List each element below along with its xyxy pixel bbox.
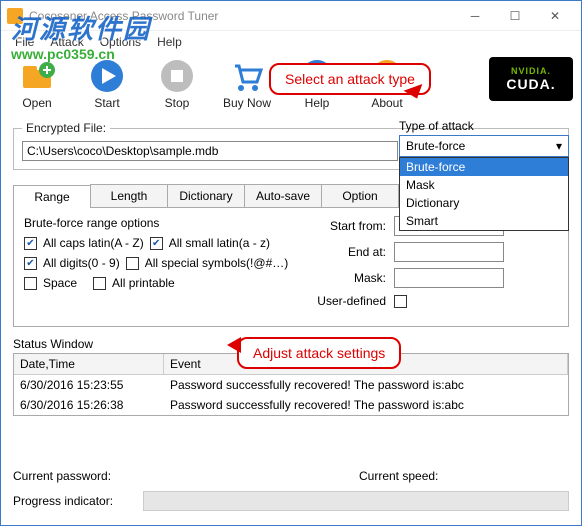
tab-range[interactable]: Range <box>13 185 91 208</box>
mask-input[interactable] <box>394 268 504 288</box>
cuda-name: CUDA. <box>506 76 555 92</box>
col-datetime[interactable]: Date,Time <box>14 354 164 374</box>
startfrom-label: Start from: <box>304 219 394 233</box>
file-label: Encrypted File: <box>22 121 110 135</box>
progress-bar <box>143 491 569 511</box>
mask-label: Mask: <box>304 271 394 285</box>
callout-tail-2 <box>227 337 241 353</box>
checkbox-userdef[interactable] <box>394 295 407 308</box>
titlebar: Cocosenor Access Password Tuner ─ ☐ ✕ <box>1 1 581 31</box>
tab-dictionary[interactable]: Dictionary <box>167 184 245 207</box>
attack-label: Type of attack <box>399 119 569 133</box>
userdef-label: User-defined <box>304 294 394 308</box>
checkbox-digits-label: All digits(0 - 9) <box>43 256 120 270</box>
table-row[interactable]: 6/30/2016 15:23:55 Password successfully… <box>14 375 568 395</box>
endat-input[interactable] <box>394 242 504 262</box>
tab-option[interactable]: Option <box>321 184 399 207</box>
file-path-input[interactable] <box>22 141 398 161</box>
current-password-label: Current password: <box>13 469 143 483</box>
checkbox-digits[interactable]: ✔ <box>24 257 37 270</box>
checkbox-printable-label: All printable <box>112 276 175 290</box>
table-row[interactable]: 6/30/2016 15:26:38 Password successfully… <box>14 395 568 415</box>
menu-attack[interactable]: Attack <box>44 33 89 51</box>
maximize-button[interactable]: ☐ <box>495 1 535 31</box>
tab-length[interactable]: Length <box>90 184 168 207</box>
range-group-label: Brute-force range options <box>24 216 304 230</box>
cuda-brand: NVIDIA. <box>511 66 551 76</box>
start-label: Start <box>94 96 119 110</box>
attack-option-dictionary[interactable]: Dictionary <box>400 194 568 212</box>
cart-icon <box>229 58 265 94</box>
start-icon <box>89 58 125 94</box>
start-button[interactable]: Start <box>81 58 133 110</box>
checkbox-caps[interactable]: ✔ <box>24 237 37 250</box>
tab-autosave[interactable]: Auto-save <box>244 184 322 207</box>
help-label: Help <box>305 96 330 110</box>
checkbox-small[interactable]: ✔ <box>150 237 163 250</box>
buy-label: Buy Now <box>223 96 271 110</box>
footer: Current password: Current speed: Progres… <box>13 469 569 519</box>
open-label: Open <box>22 96 51 110</box>
stop-label: Stop <box>165 96 190 110</box>
attack-type-box: Type of attack Brute-force ▾ Brute-force… <box>399 119 569 231</box>
open-icon <box>19 58 55 94</box>
attack-dropdown: Brute-force Mask Dictionary Smart <box>399 157 569 231</box>
menu-help[interactable]: Help <box>151 33 188 51</box>
about-label: About <box>371 96 402 110</box>
checkbox-symbols-label: All special symbols(!@#…) <box>145 256 289 270</box>
attack-selected: Brute-force <box>406 139 465 153</box>
window-title: Cocosenor Access Password Tuner <box>29 9 455 23</box>
attack-option-bruteforce[interactable]: Brute-force <box>400 158 568 176</box>
attack-option-smart[interactable]: Smart <box>400 212 568 230</box>
endat-label: End at: <box>304 245 394 259</box>
attack-combo[interactable]: Brute-force ▾ <box>399 135 569 157</box>
checkbox-space-label: Space <box>43 276 77 290</box>
checkbox-printable[interactable] <box>93 277 106 290</box>
progress-label: Progress indicator: <box>13 494 143 508</box>
checkbox-small-label: All small latin(a - z) <box>169 236 270 250</box>
menu-file[interactable]: File <box>9 33 40 51</box>
chevron-down-icon: ▾ <box>556 139 562 153</box>
menu-options[interactable]: Options <box>94 33 147 51</box>
menubar: File Attack Options Help <box>1 31 581 53</box>
attack-option-mask[interactable]: Mask <box>400 176 568 194</box>
checkbox-space[interactable] <box>24 277 37 290</box>
checkbox-caps-label: All caps latin(A - Z) <box>43 236 144 250</box>
stop-icon <box>159 58 195 94</box>
close-button[interactable]: ✕ <box>535 1 575 31</box>
app-icon <box>7 8 23 24</box>
open-button[interactable]: Open <box>11 58 63 110</box>
minimize-button[interactable]: ─ <box>455 1 495 31</box>
callout-adjust: Adjust attack settings <box>237 337 401 369</box>
stop-button[interactable]: Stop <box>151 58 203 110</box>
buy-button[interactable]: Buy Now <box>221 58 273 110</box>
checkbox-symbols[interactable] <box>126 257 139 270</box>
current-speed-label: Current speed: <box>359 469 469 483</box>
cuda-badge: NVIDIA. CUDA. <box>489 57 573 101</box>
